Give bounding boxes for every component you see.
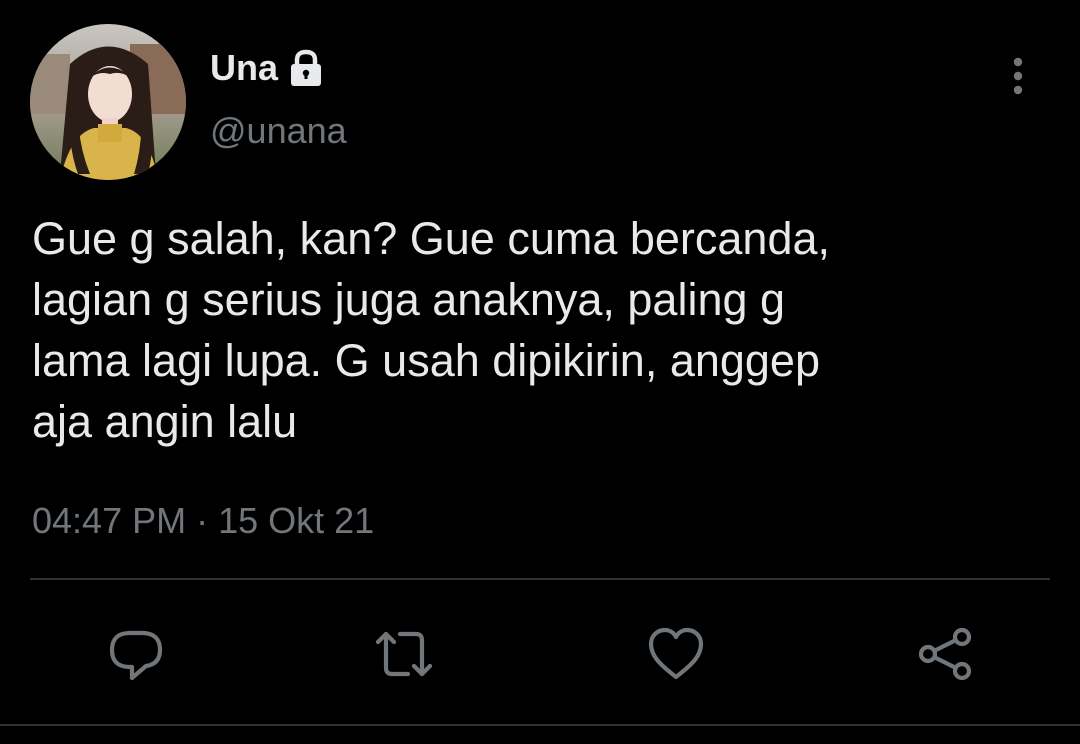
share-button[interactable]: [914, 622, 978, 686]
author-name-row[interactable]: Una: [210, 44, 326, 92]
tweet-text: Gue g salah, kan? Gue cuma bercanda, lag…: [32, 213, 831, 447]
username-handle[interactable]: @unana: [210, 110, 347, 152]
reply-icon: [109, 630, 163, 681]
divider: [30, 578, 1050, 580]
tweet-date[interactable]: 15 Okt 21: [218, 500, 374, 542]
retweet-icon: [375, 631, 433, 677]
more-vertical-icon[interactable]: [996, 52, 1040, 100]
avatar-photo: [30, 24, 186, 180]
tweet: Una @unana Gue g salah, kan? Gue cuma be…: [0, 0, 1080, 744]
bottom-divider: [0, 724, 1080, 726]
tweet-meta: 04:47 PM · 15 Okt 21: [32, 500, 374, 542]
heart-icon: [648, 627, 704, 680]
avatar[interactable]: [30, 24, 186, 180]
reply-button[interactable]: [104, 622, 168, 686]
retweet-button[interactable]: [372, 622, 436, 686]
meta-separator: ·: [196, 500, 209, 541]
share-icon: [918, 627, 972, 681]
lock-icon: [286, 48, 326, 88]
display-name[interactable]: Una: [210, 47, 278, 89]
tweet-time[interactable]: 04:47 PM: [32, 500, 186, 542]
like-button[interactable]: [644, 622, 708, 686]
